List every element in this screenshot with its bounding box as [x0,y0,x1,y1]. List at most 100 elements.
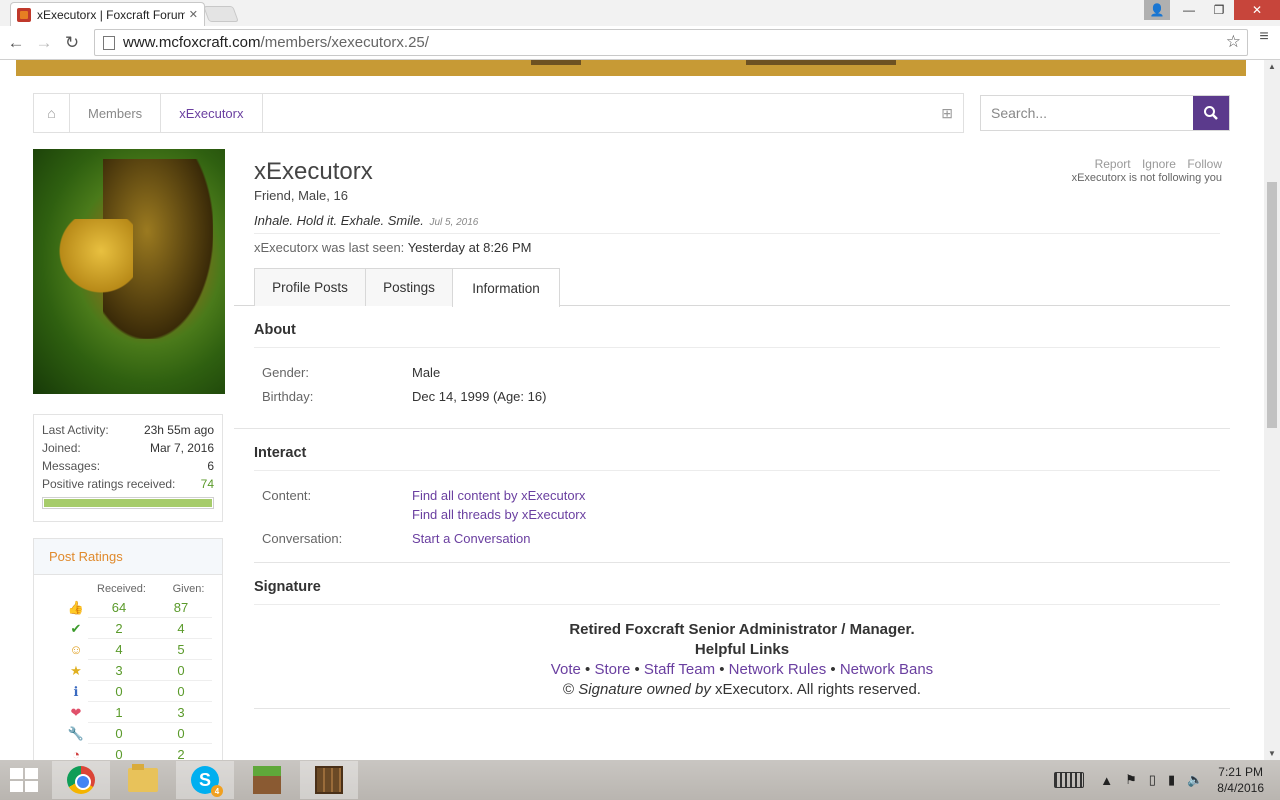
thumbs-up-icon: 👍 [67,599,85,615]
conversation-label: Conversation: [262,531,343,546]
search-input[interactable] [981,96,1193,130]
back-arrow-icon[interactable]: ← [2,33,30,53]
search-icon[interactable] [1193,96,1229,130]
tab-close-icon[interactable]: ✕ [189,8,198,21]
action-center-flag-icon[interactable]: ⚑ [1125,772,1137,788]
url-path: /members/xexecutorx.25/ [260,34,429,51]
rating-received-value[interactable]: 2 [88,618,150,639]
crafting-table-icon [315,766,343,794]
taskbar-minecraft[interactable] [238,761,296,799]
staff-team-link[interactable]: Staff Team [644,661,715,678]
sitemap-icon[interactable]: ⊞ [941,105,953,122]
page-scrollbar[interactable]: ▲ ▼ [1264,60,1280,760]
taskbar-skype[interactable]: S4 [176,761,234,799]
url-host: www.mcfoxcraft.com [123,34,261,51]
rating-given-value[interactable]: 87 [150,597,212,618]
browser-menu-icon[interactable]: ≡ [1258,29,1270,45]
taskbar-crafting-table[interactable] [300,761,358,799]
rights-text: . All rights reserved. [789,681,921,698]
logo-pane [10,768,23,779]
rating-received-value[interactable]: 64 [88,597,150,618]
tab-postings[interactable]: Postings [365,268,453,306]
rating-given-value[interactable]: 4 [150,618,212,639]
separator: • [585,661,591,678]
ignore-link[interactable]: Ignore [1142,157,1176,171]
report-link[interactable]: Report [1095,157,1131,171]
windows-start-icon[interactable] [10,768,38,792]
smile-icon: ☺ [69,642,83,657]
last-seen: xExecutorx was last seen: Yesterday at 8… [254,240,532,255]
separator: • [830,661,836,678]
rating-row: ℹ00 [34,681,222,702]
volume-icon[interactable]: 🔈 [1187,772,1203,788]
divider [254,347,1220,348]
signature-line2: Helpful Links [694,641,790,658]
logo-pane [25,781,38,792]
home-icon[interactable]: ⌂ [34,94,70,132]
bookmark-star-icon[interactable]: ☆ [1226,32,1241,52]
find-threads-link[interactable]: Find all threads by xExecutorx [412,507,586,522]
browser-tab[interactable]: xExecutorx | Foxcraft Forums ✕ [10,2,205,26]
tab-information[interactable]: Information [452,268,560,307]
rating-given-value[interactable]: 5 [150,639,212,660]
rating-row: 👍 64 87 [34,597,222,618]
divider [234,428,1230,429]
network-icon[interactable]: ▮ [1168,772,1175,788]
keyboard-icon[interactable] [1054,772,1085,788]
rating-given-value[interactable]: 2 [150,744,212,760]
breadcrumb-members[interactable]: Members [70,94,162,132]
rating-received-value[interactable]: 0 [88,681,150,702]
avatar[interactable] [33,149,225,394]
start-conversation-link[interactable]: Start a Conversation [412,531,531,546]
rating-given-value[interactable]: 3 [150,702,212,723]
reload-icon[interactable]: ↻ [58,33,86,53]
rating-received-value[interactable]: 0 [88,744,150,760]
checkmark-icon: ✔ [70,620,82,636]
close-window-button[interactable]: ✕ [1234,0,1280,20]
tab-profile-posts[interactable]: Profile Posts [254,268,366,306]
search-box [980,95,1230,131]
rating-given-value[interactable]: 0 [150,681,212,702]
power-icon[interactable]: ▯ [1149,772,1156,788]
network-rules-link[interactable]: Network Rules [729,661,827,678]
forward-arrow-icon[interactable]: → [30,33,58,53]
page-icon [103,35,115,50]
store-link[interactable]: Store [594,661,630,678]
minimize-button[interactable]: — [1174,0,1204,20]
clock[interactable]: 7:21 PM 8/4/2016 [1217,764,1264,796]
breadcrumb-current-user[interactable]: xExecutorx [161,94,263,132]
new-tab-button[interactable] [203,6,239,22]
network-bans-link[interactable]: Network Bans [840,661,933,678]
taskbar-chrome[interactable] [52,761,110,799]
profile-icon[interactable]: 👤 [1144,0,1170,20]
maximize-button[interactable]: ❐ [1204,0,1234,20]
rating-received-value[interactable]: 0 [88,723,150,744]
minecraft-icon [253,766,281,794]
windows-taskbar: S4 ▲ ⚑ ▯ ▮ 🔈 7:21 PM 8/4/2016 [0,760,1280,800]
show-hidden-icons-icon[interactable]: ▲ [1100,773,1113,788]
find-content-link[interactable]: Find all content by xExecutorx [412,488,585,503]
signature-title: Signature [254,579,321,595]
url-field[interactable]: www.mcfoxcraft.com/members/xexecutorx.25… [94,29,1248,56]
signature-line1: Retired Foxcraft Senior Administrator / … [569,621,915,638]
rating-received-value[interactable]: 4 [88,639,150,660]
scroll-down-icon[interactable]: ▼ [1268,749,1276,758]
scroll-up-icon[interactable]: ▲ [1268,62,1276,71]
rating-received-value[interactable]: 3 [88,660,150,681]
rating-received-value[interactable]: 1 [88,702,150,723]
rating-given-value[interactable]: 0 [150,723,212,744]
stat-value[interactable]: 6 [207,457,214,475]
stat-last-activity: Last Activity: 23h 55m ago [42,421,214,439]
status-date[interactable]: Jul 5, 2016 [429,217,478,228]
rating-given-value[interactable]: 0 [150,660,212,681]
vote-link[interactable]: Vote [551,661,581,678]
divider [254,233,1220,234]
post-ratings-title: Post Ratings [34,539,222,575]
follow-link[interactable]: Follow [1187,157,1222,171]
scrollbar-thumb[interactable] [1267,182,1277,428]
stat-value: 74 [200,477,214,491]
status-message: Inhale. Hold it. Exhale. Smile. Jul 5, 2… [254,213,478,228]
browser-titlebar: xExecutorx | Foxcraft Forums ✕ 👤 — ❐ ✕ [0,0,1280,26]
taskbar-explorer[interactable] [114,761,172,799]
status-text: Inhale. Hold it. Exhale. Smile. [254,213,424,228]
